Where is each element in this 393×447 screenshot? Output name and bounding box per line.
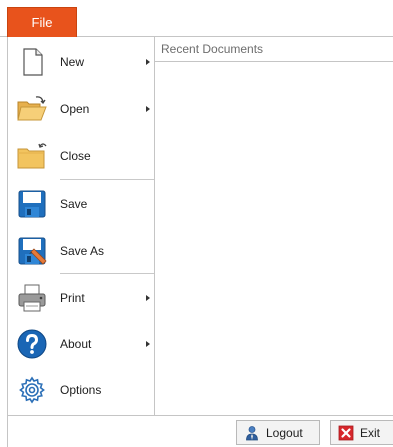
menu-item-save-label: Save [60,197,88,211]
recent-documents-divider [155,61,393,62]
logout-button-label: Logout [266,425,303,440]
close-folder-icon [17,143,47,169]
menu-item-save-as[interactable]: Save As [8,228,154,274]
logout-button[interactable]: Logout [236,420,320,445]
file-tab-label: File [31,15,53,30]
open-folder-icon [17,96,47,121]
exit-button[interactable]: Exit [330,420,393,445]
file-menu-commands: New Open Close Save Save As Print About … [8,37,155,415]
file-tab[interactable]: File [7,7,77,37]
menu-item-about-label: About [60,337,92,351]
submenu-arrow-icon [146,106,150,112]
ribbon-top-strip: File [0,0,393,37]
menu-item-options-label: Options [60,383,102,397]
file-menu-panel: New Open Close Save Save As Print About … [7,37,393,415]
menu-item-save-as-label: Save As [60,244,105,258]
menu-item-open[interactable]: Open [8,86,154,132]
save-disk-icon [18,190,46,218]
submenu-arrow-icon [146,59,150,65]
recent-documents-pane: Recent Documents [155,37,393,415]
menu-item-options[interactable]: Options [8,367,154,413]
new-document-icon [23,48,43,76]
gear-options-icon [19,376,45,404]
menu-item-close-label: Close [60,149,91,163]
exit-x-icon [338,425,354,440]
help-question-icon [17,329,47,359]
menu-item-close[interactable]: Close [8,133,154,179]
menu-item-new-label: New [60,55,85,69]
menu-separator [60,273,154,274]
recent-documents-header: Recent Documents [161,42,264,56]
menu-item-print-label: Print [60,291,85,305]
menu-item-print[interactable]: Print [8,275,154,321]
printer-icon [18,284,46,312]
user-logout-icon [246,425,258,440]
save-as-disk-icon [18,237,47,265]
menu-item-save[interactable]: Save [8,181,154,227]
exit-button-label: Exit [360,425,381,440]
file-menu-footer: Logout Exit [7,415,393,447]
menu-item-open-label: Open [60,102,90,116]
submenu-arrow-icon [146,295,150,301]
menu-item-about[interactable]: About [8,321,154,367]
menu-item-new[interactable]: New [8,39,154,85]
menu-separator [60,179,154,180]
submenu-arrow-icon [146,341,150,347]
